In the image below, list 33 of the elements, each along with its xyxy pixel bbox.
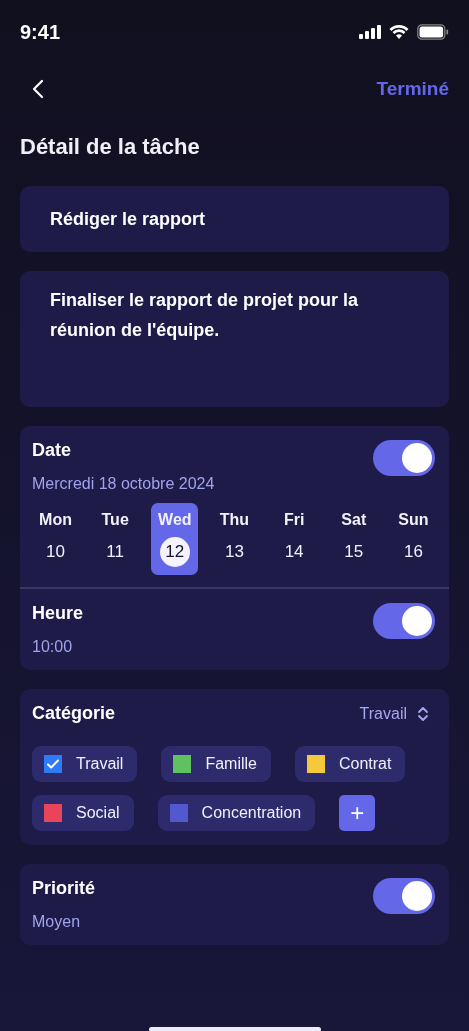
day-item[interactable]: Tue 11: [91, 503, 139, 575]
add-category-button[interactable]: +: [339, 795, 376, 831]
priority-value: Moyen: [32, 913, 82, 931]
status-time: 9:41: [20, 20, 61, 44]
category-chip[interactable]: Social: [32, 795, 134, 831]
time-value: 10:00: [32, 638, 74, 656]
priority-toggle[interactable]: [373, 878, 435, 914]
category-chip[interactable]: Travail: [32, 746, 138, 782]
category-chip[interactable]: Contrat: [295, 746, 406, 782]
date-toggle[interactable]: [373, 440, 435, 476]
category-chip[interactable]: Famille: [161, 746, 271, 782]
battery-icon: [417, 24, 449, 40]
date-label: Date: [32, 440, 72, 461]
day-item[interactable]: Wed 12: [151, 503, 199, 575]
wifi-icon: [389, 25, 409, 39]
task-description-field[interactable]: Finaliser le rapport de projet pour la réunion de l'équipe.: [20, 271, 449, 407]
task-name-field[interactable]: Rédiger le rapport: [20, 186, 449, 252]
category-picker[interactable]: Travail: [359, 704, 437, 723]
priority-label: Priorité: [32, 878, 96, 899]
day-item[interactable]: Sat 15: [330, 503, 378, 575]
category-chip[interactable]: Concentration: [157, 795, 316, 831]
signal-icon: [359, 25, 381, 39]
time-label: Heure: [32, 603, 84, 624]
day-item[interactable]: Fri 14: [270, 503, 318, 575]
chevron-updown-icon: [417, 704, 429, 723]
done-button[interactable]: Terminé: [376, 78, 449, 100]
category-label: Catégorie: [32, 703, 116, 724]
time-toggle[interactable]: [373, 603, 435, 639]
day-item[interactable]: Mon 10: [32, 503, 79, 575]
page-title: Détail de la tâche: [20, 134, 201, 160]
day-item[interactable]: Thu 13: [210, 503, 258, 575]
date-value: Mercredi 18 octobre 2024: [32, 475, 215, 493]
day-item[interactable]: Sun 16: [389, 503, 437, 575]
